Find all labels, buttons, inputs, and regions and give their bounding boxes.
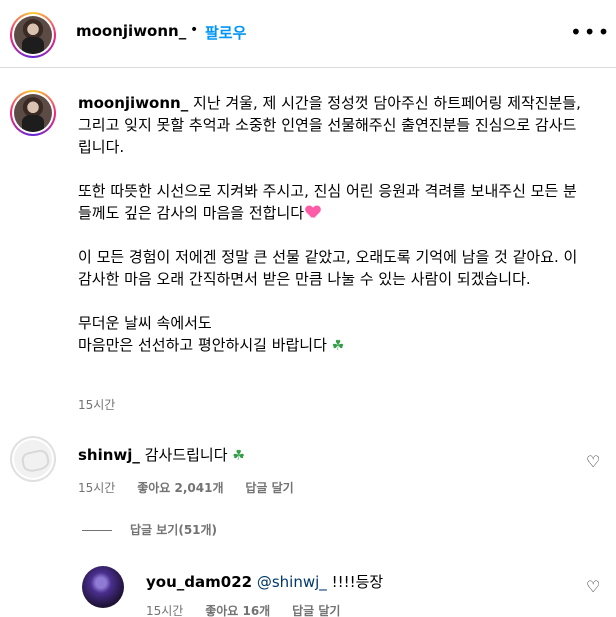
comment-meta: 15시간 좋아요 2,041개 답글 달기	[78, 479, 294, 496]
caption-avatar[interactable]	[10, 90, 56, 136]
comment-body: shinwj_ 감사드립니다 ☘	[78, 444, 245, 467]
clover-emoji-icon: ☘	[232, 448, 245, 464]
reply-text: !!!!등장	[331, 573, 384, 591]
profile-photo	[14, 440, 52, 478]
divider-line	[82, 530, 112, 531]
reply-button[interactable]: 답글 달기	[292, 604, 340, 617]
reply-likes[interactable]: 좋아요 16개	[205, 604, 270, 617]
reply-time: 15시간	[146, 604, 184, 617]
heart-outline-icon[interactable]: ♡	[586, 577, 600, 596]
reply-body: you_dam022 @shinwj_ !!!!등장	[146, 571, 383, 593]
post-caption: moonjiwonn_ 지난 겨울, 제 시간을 정성껏 담아주신 하트페어링 …	[78, 92, 590, 357]
profile-photo	[82, 566, 124, 608]
caption-username[interactable]: moonjiwonn_	[78, 94, 188, 112]
comment-username[interactable]: shinwj_	[78, 446, 140, 464]
more-horizontal-icon[interactable]: •••	[570, 20, 611, 44]
comment-avatar[interactable]	[10, 436, 56, 482]
post-header: moonjiwonn_ • 팔로우 •••	[0, 0, 616, 68]
view-replies-button[interactable]: 답글 보기(51개)	[82, 521, 217, 538]
comment-time: 15시간	[78, 481, 116, 495]
caption-paragraph: 무더운 날씨 속에서도	[78, 314, 212, 332]
reply-meta: 15시간 좋아요 16개 답글 달기	[146, 602, 340, 617]
profile-photo	[14, 16, 52, 54]
reply-username[interactable]: you_dam022	[146, 573, 252, 591]
pink-heart-emoji-icon	[306, 206, 320, 219]
caption-paragraph: 마음만은 선선하고 평안하시길 바랍니다	[78, 336, 327, 354]
view-replies-label: 답글 보기(51개)	[130, 523, 218, 537]
clover-emoji-icon: ☘	[331, 338, 345, 354]
reply-avatar[interactable]	[82, 566, 124, 608]
caption-timestamp: 15시간	[78, 396, 115, 413]
reply-mention[interactable]: @shinwj_	[257, 573, 327, 591]
header-username[interactable]: moonjiwonn_	[76, 22, 186, 40]
profile-photo	[14, 94, 52, 132]
header-avatar[interactable]	[10, 12, 56, 58]
comment-likes[interactable]: 좋아요 2,041개	[137, 481, 223, 495]
separator-dot: •	[190, 22, 199, 38]
caption-time: 15시간	[78, 398, 116, 412]
heart-outline-icon[interactable]: ♡	[586, 452, 600, 471]
caption-paragraph: 또한 따뜻한 시선으로 지켜봐 주시고, 진심 어린 응원과 격려를 보내주신 …	[78, 182, 577, 222]
reply-button[interactable]: 답글 달기	[245, 481, 293, 495]
caption-paragraph: 이 모든 경험이 저에겐 정말 큰 선물 같았고, 오래도록 기억에 남을 것 …	[78, 248, 578, 288]
comment-text: 감사드립니다	[144, 446, 228, 464]
follow-button[interactable]: 팔로우	[205, 22, 246, 43]
